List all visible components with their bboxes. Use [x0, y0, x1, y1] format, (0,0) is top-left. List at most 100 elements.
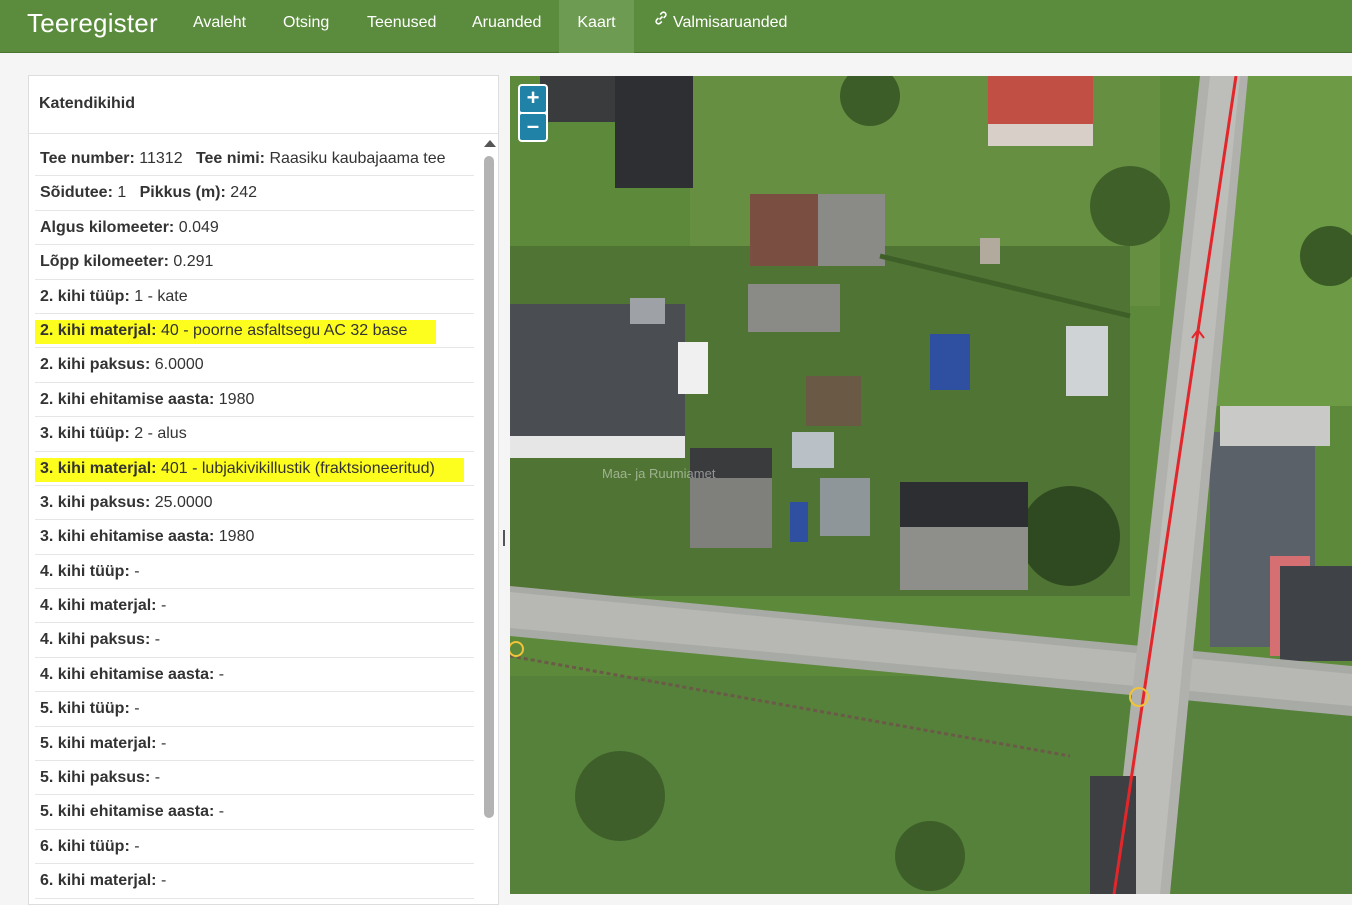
attribute-label: 4. kihi ehitamise aasta:: [40, 665, 215, 683]
attribute-text: 6. kihi tüüp: -: [40, 838, 140, 855]
attribute-label: Lõpp kilomeeter:: [40, 253, 169, 271]
nav-aruanded[interactable]: Aruanded: [454, 0, 559, 53]
attribute-value: -: [160, 872, 167, 890]
attribute-value: 1 - kate: [134, 287, 188, 305]
attribute-label: Sõidutee:: [40, 184, 113, 202]
attribute-value: 0.049: [178, 218, 219, 236]
attribute-label: 2. kihi materjal:: [40, 321, 157, 339]
attribute-value: -: [134, 562, 140, 580]
attribute-label: 3. kihi ehitamise aasta:: [40, 528, 215, 546]
attribute-text: 4. kihi tüüp: -: [40, 563, 140, 580]
attribute-label: 5. kihi ehitamise aasta:: [40, 803, 215, 821]
attribute-value: -: [160, 597, 167, 615]
nav-teenused[interactable]: Teenused: [349, 0, 454, 53]
attribute-label: 4. kihi paksus:: [40, 631, 151, 649]
attribute-row: 6. kihi materjal: -: [35, 864, 474, 899]
attribute-text: Tee number: 11312 Tee nimi: Raasiku kaub…: [40, 150, 446, 167]
attribute-row: 3. kihi paksus: 25.0000: [35, 486, 474, 521]
attribute-text: 2. kihi ehitamise aasta: 1980: [40, 391, 254, 408]
attribute-text: 2. kihi paksus: 6.0000: [40, 356, 204, 373]
attribute-value: -: [218, 803, 225, 821]
attribute-value: -: [218, 665, 225, 683]
map-view[interactable]: Maa- ja Ruumiamet + –: [510, 76, 1352, 894]
top-navbar: Teeregister Avaleht Otsing Teenused Arua…: [0, 0, 1352, 53]
attribute-text: 5. kihi ehitamise aasta: -: [40, 803, 224, 820]
attribute-label: 2. kihi ehitamise aasta:: [40, 390, 215, 408]
attribute-text: 4. kihi paksus: -: [40, 631, 160, 648]
panel-title: Katendikihid: [29, 76, 498, 134]
attribute-text: Sõidutee: 1 Pikkus (m): 242: [40, 184, 257, 201]
attribute-row: 4. kihi tüüp: -: [35, 555, 474, 590]
attribute-row: 3. kihi materjal: 401 - lubjakivikillust…: [35, 452, 474, 486]
attribute-value: Raasiku kaubajaama tee: [269, 150, 446, 167]
attribute-row: 2. kihi ehitamise aasta: 1980: [35, 383, 474, 418]
attribute-label: Tee nimi:: [195, 150, 265, 167]
attribute-row: 3. kihi ehitamise aasta: 1980: [35, 520, 474, 555]
attribute-row: 6. kihi tüüp: -: [35, 830, 474, 865]
attribute-text: 5. kihi paksus: -: [40, 769, 160, 786]
attribute-list: Tee number: 11312 Tee nimi: Raasiku kaub…: [35, 142, 474, 899]
attribute-value: 1980: [218, 390, 255, 408]
attribute-label: 6. kihi tüüp:: [40, 837, 130, 855]
attribute-value: 242: [230, 184, 257, 202]
attribute-label: Tee number:: [40, 150, 135, 167]
attribute-row: 5. kihi materjal: -: [35, 727, 474, 762]
attribute-label: Algus kilomeeter:: [40, 218, 175, 236]
attribute-value: 0.291: [173, 253, 214, 271]
attribute-row: Sõidutee: 1 Pikkus (m): 242: [35, 176, 474, 211]
panel-resize-handle[interactable]: [503, 530, 505, 546]
attribute-value: -: [154, 631, 161, 649]
attribute-label: 3. kihi materjal:: [40, 459, 157, 477]
attribute-value: 1: [117, 184, 127, 202]
attribute-row: 4. kihi paksus: -: [35, 623, 474, 658]
attribute-label: 3. kihi tüüp:: [40, 425, 130, 443]
scrollbar-thumb[interactable]: [484, 156, 494, 818]
attribute-value: 6.0000: [154, 356, 204, 374]
attribute-text: 5. kihi tüüp: -: [40, 700, 140, 717]
attribute-label: 2. kihi paksus:: [40, 356, 151, 374]
attribute-row: 5. kihi paksus: -: [35, 761, 474, 796]
attribute-value: 25.0000: [154, 493, 213, 511]
pavement-layers-panel: Katendikihid Tee number: 11312 Tee nimi:…: [28, 75, 499, 905]
attribute-text: 3. kihi ehitamise aasta: 1980: [40, 528, 254, 545]
attribute-value: 2 - alus: [134, 425, 187, 443]
zoom-in-button[interactable]: +: [520, 86, 546, 112]
attribute-row: 2. kihi tüüp: 1 - kate: [35, 280, 474, 314]
attribute-text: 2. kihi materjal: 40 - poorne asfaltsegu…: [40, 322, 407, 339]
zoom-control: + –: [518, 84, 548, 142]
attribute-value: 11312: [139, 150, 183, 167]
zoom-out-button[interactable]: –: [520, 114, 546, 140]
attribute-value: -: [134, 837, 140, 855]
attribute-text: 4. kihi ehitamise aasta: -: [40, 666, 224, 683]
attribute-text: 3. kihi tüüp: 2 - alus: [40, 425, 187, 442]
nav-kaart[interactable]: Kaart: [559, 0, 634, 53]
aerial-imagery: [510, 76, 1352, 894]
attribute-row: Tee number: 11312 Tee nimi: Raasiku kaub…: [35, 142, 474, 177]
attribute-label: 5. kihi materjal:: [40, 734, 157, 752]
attribute-text: 2. kihi tüüp: 1 - kate: [40, 288, 188, 305]
attribute-label: 5. kihi paksus:: [40, 769, 151, 787]
nav-valmisaruanded[interactable]: Valmisaruanded: [636, 0, 805, 53]
attribute-label: 4. kihi materjal:: [40, 597, 157, 615]
attribute-row: 4. kihi materjal: -: [35, 589, 474, 624]
attribute-text: 6. kihi materjal: -: [40, 872, 166, 889]
attribute-label: 6. kihi materjal:: [40, 872, 157, 890]
nav-avaleht[interactable]: Avaleht: [175, 0, 264, 53]
nav-otsing[interactable]: Otsing: [265, 0, 347, 53]
attribute-label: 3. kihi paksus:: [40, 493, 151, 511]
attribute-value: 40 - poorne asfaltsegu AC 32 base: [160, 321, 408, 339]
attribute-row: 5. kihi tüüp: -: [35, 692, 474, 727]
attribute-text: Algus kilomeeter: 0.049: [40, 219, 219, 236]
attribute-row: Lõpp kilomeeter: 0.291: [35, 245, 474, 280]
attribute-text: 5. kihi materjal: -: [40, 735, 166, 752]
attribute-label: 5. kihi tüüp:: [40, 700, 130, 718]
nav-valmisaruanded-label: Valmisaruanded: [673, 14, 788, 31]
attribute-row: 2. kihi paksus: 6.0000: [35, 348, 474, 383]
attribute-row: 3. kihi tüüp: 2 - alus: [35, 417, 474, 452]
scroll-up-arrow[interactable]: [484, 140, 496, 147]
attribute-text: 4. kihi materjal: -: [40, 597, 166, 614]
brand-logo[interactable]: Teeregister: [27, 8, 158, 39]
link-icon: [654, 0, 668, 44]
attribute-row: 5. kihi ehitamise aasta: -: [35, 795, 474, 830]
attribute-label: Pikkus (m):: [139, 184, 226, 202]
